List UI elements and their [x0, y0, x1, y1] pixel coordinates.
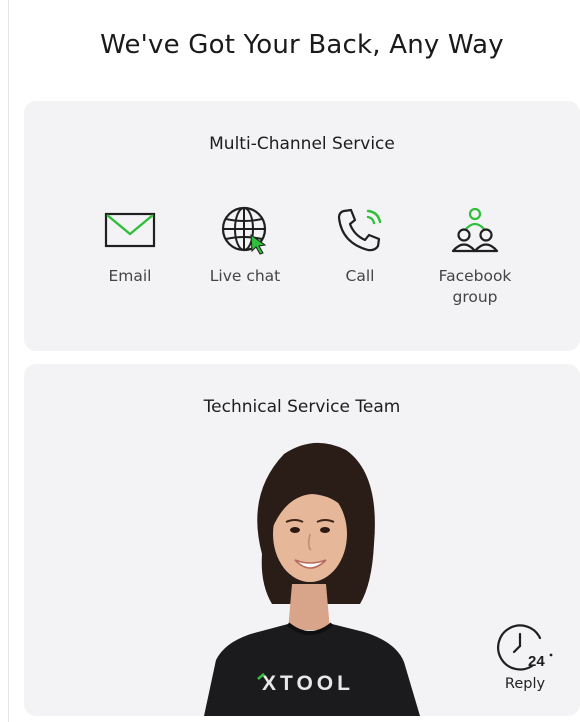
channel-call[interactable]: Call: [300, 205, 420, 287]
technical-service-title: Technical Service Team: [203, 397, 401, 417]
channel-email-label: Email: [108, 267, 152, 285]
support-agent-photo: XTOOL: [204, 442, 420, 716]
phone-icon: [337, 208, 382, 252]
multi-channel-card: Multi-Channel Service Email Live chat Ca…: [24, 101, 580, 351]
channel-facebook-group[interactable]: Facebook group: [415, 205, 535, 308]
envelope-icon: [104, 212, 156, 248]
multi-channel-title: Multi-Channel Service: [209, 134, 395, 154]
reply-24-badge: 24 Reply: [494, 622, 556, 692]
reply-label: Reply: [504, 676, 546, 692]
channel-live-chat[interactable]: Live chat: [185, 205, 305, 287]
page: We've Got Your Back, Any Way Multi-Chann…: [0, 0, 580, 722]
clock-24-icon: 24: [497, 624, 553, 671]
shirt-brand-logo: XTOOL: [262, 672, 354, 695]
globe-icon: [221, 206, 267, 255]
page-title: We've Got Your Back, Any Way: [100, 30, 504, 60]
group-icon: [451, 207, 499, 253]
reply-badge-number: 24: [528, 653, 545, 670]
channel-live-chat-label: Live chat: [209, 267, 281, 285]
channel-facebook-group-label: Facebook group: [438, 267, 512, 306]
technical-service-card: Technical Service Team XTOOL 24 Reply: [24, 364, 580, 716]
channel-call-label: Call: [345, 267, 375, 285]
channel-email[interactable]: Email: [70, 205, 190, 287]
left-divider: [8, 0, 9, 722]
